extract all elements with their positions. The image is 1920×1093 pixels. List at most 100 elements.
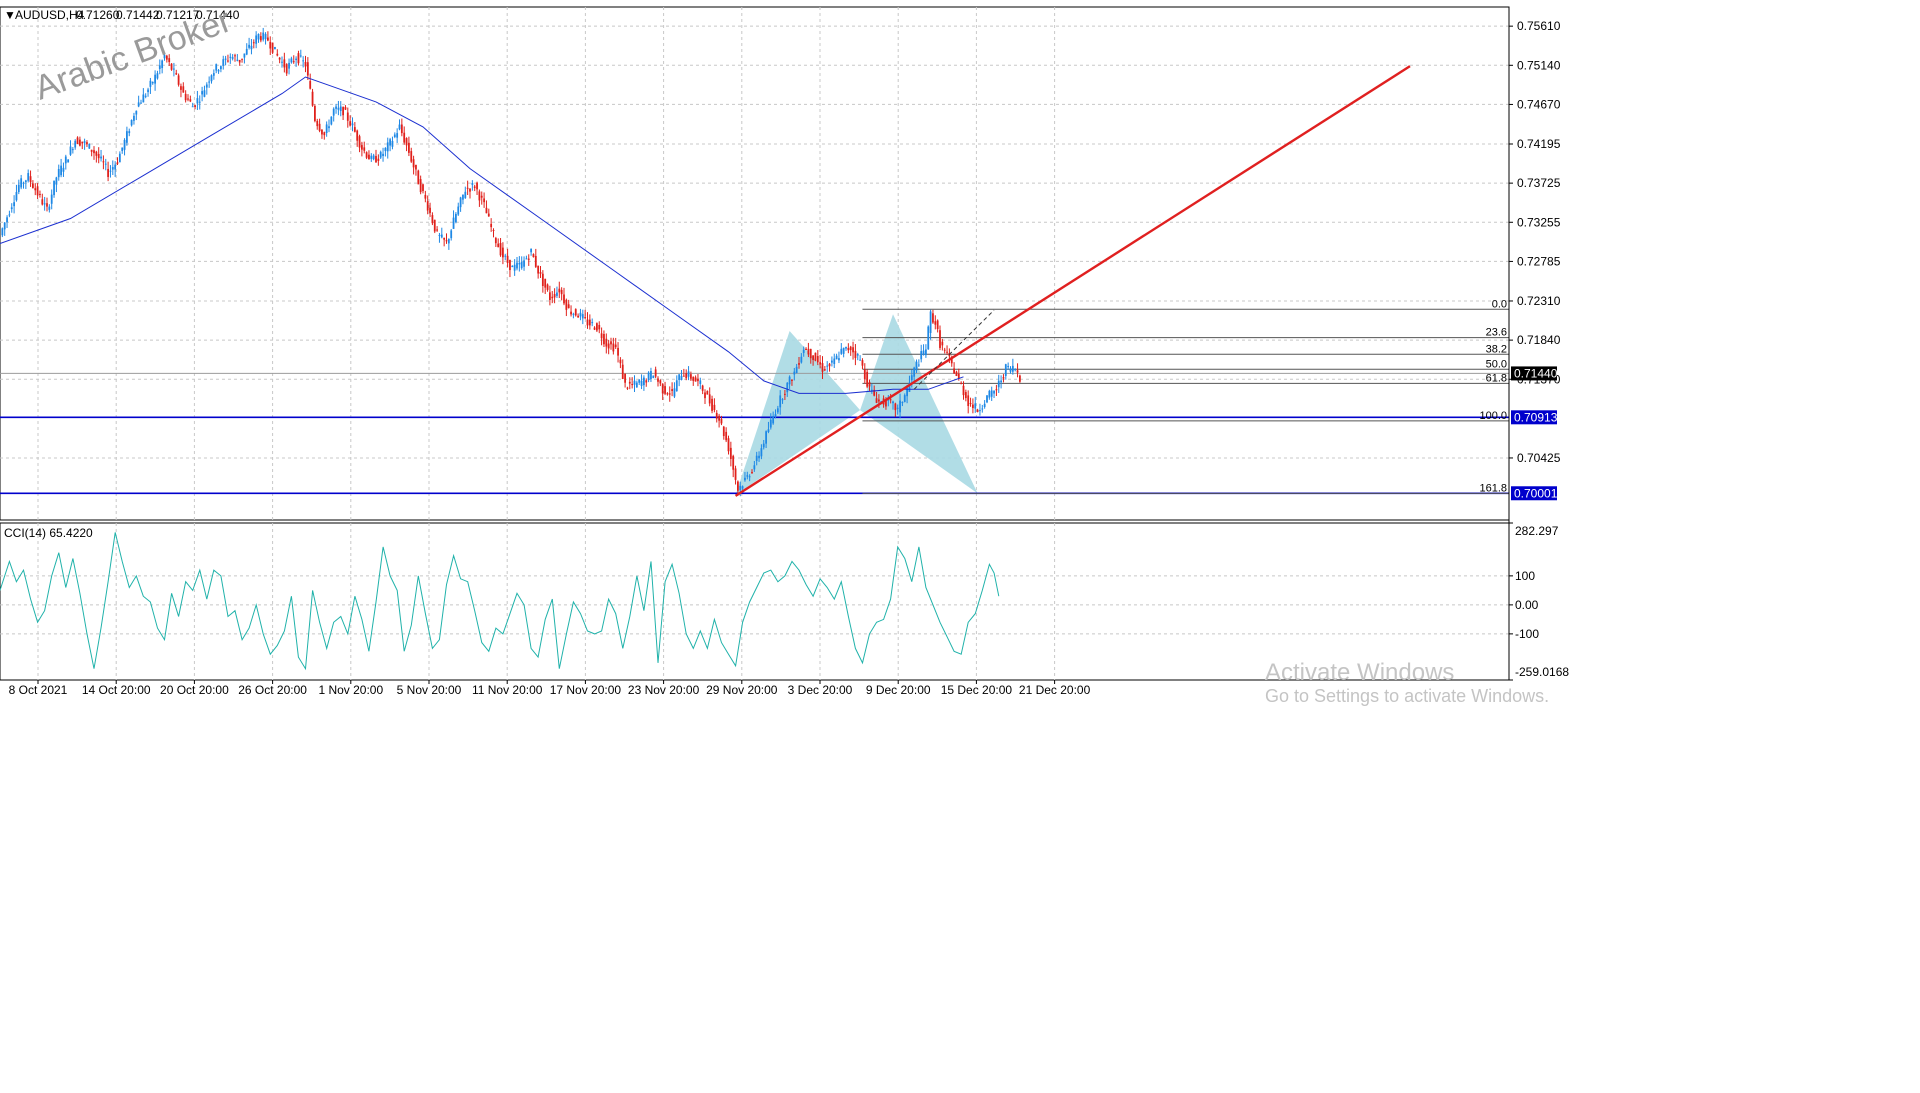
candle-body (130, 119, 133, 126)
candle-body (664, 386, 666, 394)
candle-body (24, 180, 27, 183)
candle-body (1014, 368, 1017, 371)
candle-body (661, 383, 664, 394)
candle-body (149, 80, 152, 87)
candle-body (71, 149, 74, 151)
candle-body (769, 419, 772, 428)
candle-body (586, 319, 589, 326)
candle-body (523, 260, 525, 267)
time-tick-label: 8 Oct 2021 (9, 683, 68, 697)
candle-body (135, 110, 138, 115)
candle-body (410, 151, 413, 162)
candle-body (243, 53, 246, 58)
candle-body (429, 207, 431, 213)
candle-body (480, 195, 483, 198)
candle-body (180, 86, 182, 90)
candle-body (121, 147, 124, 151)
cci-tick-label: 282.297 (1515, 524, 1559, 538)
candle-body (739, 485, 742, 491)
candle-body (842, 347, 845, 354)
candle-body (558, 288, 561, 293)
candle-body (809, 348, 812, 359)
activate-windows-title: Activate Windows (1265, 659, 1454, 686)
candle-body (835, 355, 838, 360)
candle-body (69, 146, 72, 155)
candle-body (478, 191, 481, 201)
candle-body (396, 133, 399, 138)
candle-body (29, 176, 32, 183)
price-tick-label: 0.72785 (1517, 254, 1561, 268)
price-tick-label: 0.74670 (1517, 97, 1561, 111)
candle-body (450, 230, 453, 239)
candle-body (48, 206, 51, 210)
candle-body (969, 403, 972, 405)
candle-body (567, 304, 570, 309)
candle-body (123, 139, 126, 150)
candle-body (469, 188, 471, 192)
candle-body (854, 350, 857, 359)
candle-body (346, 112, 349, 121)
candle-body (147, 89, 149, 93)
candle-body (142, 94, 145, 103)
candle-body (760, 448, 763, 457)
price-tick-label: 0.70425 (1517, 451, 1561, 465)
candle-body (337, 107, 340, 110)
candle-body (304, 61, 307, 67)
candle-body (603, 334, 605, 345)
candle-body (32, 183, 34, 188)
candle-body (457, 206, 460, 215)
candle-body (506, 255, 509, 263)
candle-body (781, 399, 784, 401)
candle-body (955, 371, 958, 377)
candle-body (755, 455, 758, 461)
candle-body (196, 98, 199, 104)
candle-body (194, 105, 196, 107)
candle-body (403, 132, 406, 143)
candle-body (464, 191, 467, 199)
candle-body (53, 180, 55, 196)
candle-body (946, 351, 948, 353)
candle-body (342, 107, 344, 116)
candle-body (838, 358, 840, 361)
candle-body (525, 258, 528, 260)
time-tick-label: 29 Nov 20:00 (706, 683, 778, 697)
candle-body (114, 164, 117, 170)
price-tick-label: 0.71840 (1517, 333, 1561, 347)
candle-body (231, 57, 234, 59)
candle-body (222, 59, 225, 66)
candle-body (901, 402, 904, 404)
candle-body (361, 145, 363, 150)
chart-canvas[interactable]: 0.0 23.6 38.2 50.0 61.8 100.0 161.8 0.75610 0.7… (0, 0, 1920, 1088)
candle-body (972, 404, 974, 409)
candle-body (424, 194, 427, 199)
candle-body (95, 151, 98, 156)
candle-body (494, 238, 497, 244)
candle-body (828, 363, 831, 367)
chart-window[interactable]: 0.0 23.6 38.2 50.0 61.8 100.0 161.8 0.75610 0.7… (0, 0, 1920, 1088)
candle-body (220, 66, 222, 70)
time-tick-label: 17 Nov 20:00 (550, 683, 622, 697)
candle-body (375, 156, 377, 163)
candle-body (74, 140, 77, 148)
candle-body (614, 344, 617, 348)
candle-body (302, 60, 305, 62)
candle-body (917, 364, 920, 366)
candle-body (591, 322, 594, 324)
candle-body (386, 142, 389, 152)
candle-body (910, 375, 913, 381)
candle-body (915, 361, 918, 371)
candle-body (657, 378, 659, 382)
candle-body (476, 182, 478, 190)
fib-level-label: 23.6 (1486, 327, 1507, 339)
candle-body (318, 123, 321, 131)
candle-body (823, 369, 826, 371)
candle-body (332, 108, 335, 116)
candle-body (415, 164, 417, 170)
candle-body (814, 352, 817, 361)
candle-body (816, 356, 819, 363)
candle-body (57, 169, 60, 178)
time-tick-label: 20 Oct 20:00 (160, 683, 229, 697)
candle-body (570, 311, 572, 315)
candle-body (534, 255, 537, 267)
candle-body (466, 187, 469, 189)
